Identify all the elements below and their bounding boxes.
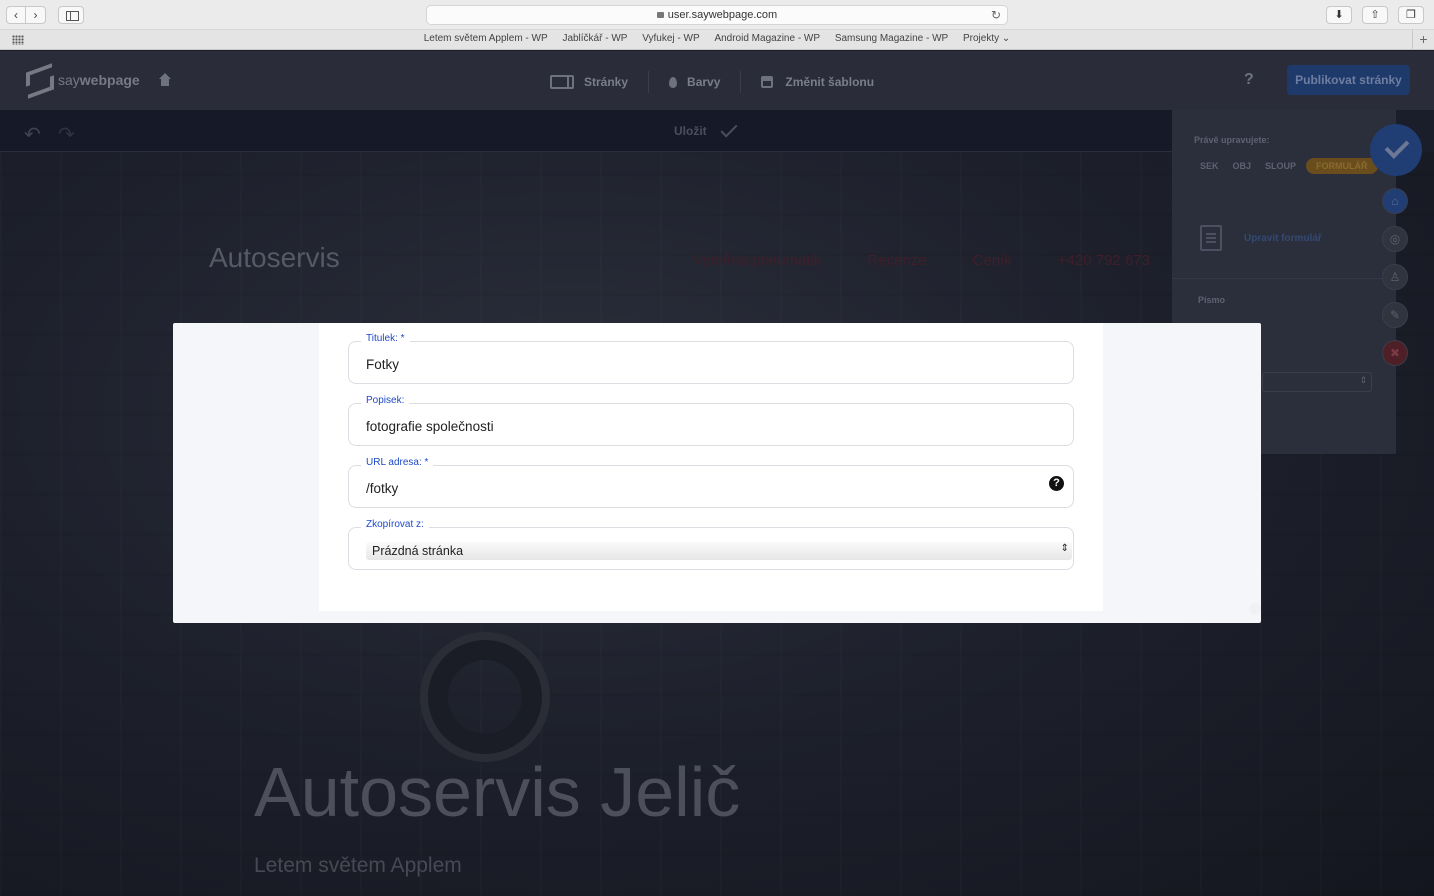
font-select[interactable] [1262,372,1372,392]
nav-pages-label: Stránky [584,75,629,89]
home-icon[interactable] [158,73,172,87]
undo-icon[interactable]: ↶ [24,122,41,147]
publish-button[interactable]: Publikovat stránky [1287,65,1410,95]
reload-icon[interactable]: ↻ [991,6,1001,24]
nav-pages[interactable]: Stránky [550,75,628,89]
hero-subtitle: Letem světem Applem [254,854,462,877]
screenshot-tool-icon[interactable]: ◎ [1382,226,1408,252]
tab-form[interactable]: FORMULÁŘ [1306,158,1378,174]
browser-actions: ⬇ ⇧ ❐ [1326,6,1424,24]
bookmark-folder[interactable]: Projekty ⌄ [963,33,1010,44]
description-field-value: fotografie společnosti [366,419,494,434]
copy-from-select[interactable]: Prázdná stránka ⇕ [366,542,1072,560]
bookmark-item[interactable]: Vyfukej - WP [642,33,699,44]
title-field[interactable]: Titulek: * Fotky [348,333,1074,384]
panel-tabs: SEK OBJ SLOUP FORMULÁŘ [1196,158,1378,174]
url-field-value: /fotky [366,481,399,496]
nav-divider [740,71,742,93]
saywebpage-logo[interactable]: saywebpage [24,65,140,95]
description-field-label: Popisek: [361,395,410,406]
edit-form-icon [1200,225,1222,251]
tab-column[interactable]: SLOUP [1261,158,1300,174]
bookmarks-bar: Letem světem Applem - WP Jablíčkář - WP … [0,30,1434,50]
nav-change-template[interactable]: Změnit šablonu [761,75,874,89]
app-header: saywebpage Stránky Barvy Změnit šablonu … [0,51,1434,110]
site-nav: Výměna pneumatik Recenze Ceník +420 792 … [693,252,1150,269]
bookmark-item[interactable]: Samsung Magazine - WP [835,33,948,44]
select-arrows-icon: ⇕ [1060,543,1069,554]
home-tool-icon[interactable]: ⌂ [1382,188,1408,214]
lock-icon [656,12,664,18]
history-nav: ‹ › [6,6,46,24]
shirt-tool-icon[interactable]: ♙ [1382,264,1408,290]
panel-title: Právě upravujete: [1194,135,1270,145]
question-icon[interactable]: ? [1049,476,1064,491]
main-nav: Stránky Barvy Změnit šablonu [550,71,874,93]
edit-form-label: Upravit formulář [1244,232,1322,244]
nav-colors[interactable]: Barvy [669,75,720,89]
edit-form-button[interactable]: Upravit formulář [1200,225,1322,251]
redo-icon[interactable]: ↷ [58,122,75,147]
bookmark-list: Letem světem Applem - WP Jablíčkář - WP … [0,33,1434,44]
description-field[interactable]: Popisek: fotografie společnosti [348,395,1074,446]
modal-form: Titulek: * Fotky Popisek: fotografie spo… [319,323,1103,611]
help-button[interactable]: ? [1244,71,1254,89]
droplet-icon [669,76,678,88]
new-tab-plus-icon[interactable]: + [1412,30,1434,49]
site-nav-item: +420 792 673 [1057,252,1150,269]
downloads-icon[interactable]: ⬇ [1326,6,1352,24]
url-field-label: URL adresa: * [361,457,434,468]
copy-from-label: Zkopírovat z: [361,519,429,530]
site-nav-item: Výměna pneumatik [693,252,822,269]
copy-from-field: Zkopírovat z: Prázdná stránka ⇕ [348,519,1074,570]
title-field-value: Fotky [366,357,400,372]
share-icon[interactable]: ⇧ [1362,6,1388,24]
new-page-modal: Titulek: * Fotky Popisek: fotografie spo… [173,323,1261,623]
address-text: user.saywebpage.com [667,9,778,21]
save-button[interactable]: Uložit [674,120,738,138]
logo-text-light: say [58,72,80,88]
tab-object[interactable]: OBJ [1229,158,1256,174]
editor-toolbar: ↶ ↷ Uložit [0,110,1172,152]
side-tool-icons: ⌂ ◎ ♙ ✎ ✖ [1382,188,1408,366]
forward-button[interactable]: › [26,6,46,24]
url-field[interactable]: URL adresa: * /fotky ? [348,457,1074,508]
bookmark-item[interactable]: Letem světem Applem - WP [424,33,548,44]
template-icon [761,76,774,88]
palette-tool-icon[interactable]: ✎ [1382,302,1408,328]
sidebar-toggle-button[interactable] [58,6,84,24]
browser-toolbar: ‹ › user.saywebpage.com ↻ ⬇ ⇧ ❐ [0,0,1434,30]
title-field-label: Titulek: * [361,333,410,344]
wheel-graphic [420,632,550,762]
panel-divider [1172,278,1396,279]
logo-mark-icon [24,65,52,95]
logo-text-bold: webpage [79,72,140,88]
modal-corner-decoration [1249,603,1261,615]
tab-section[interactable]: SEK [1196,158,1223,174]
nav-colors-label: Barvy [687,75,721,89]
hero-title: Autoservis Jelič [254,753,741,831]
site-nav-item: Ceník [972,252,1012,269]
check-icon [720,120,738,138]
site-nav-item: Recenze [867,252,927,269]
nav-template-label: Změnit šablonu [785,75,875,89]
bookmark-item[interactable]: Android Magazine - WP [714,33,820,44]
font-label: Písmo [1198,295,1226,305]
nav-divider [648,71,650,93]
confirm-check-button[interactable] [1370,124,1422,176]
address-bar[interactable]: user.saywebpage.com ↻ [426,5,1008,25]
tabs-overview-icon[interactable]: ❐ [1398,6,1424,24]
pages-icon [550,75,574,89]
delete-tool-icon[interactable]: ✖ [1382,340,1408,366]
site-brand: Autoservis [209,242,340,273]
back-button[interactable]: ‹ [6,6,26,24]
bookmark-item[interactable]: Jablíčkář - WP [562,33,627,44]
save-label: Uložit [674,124,707,138]
copy-from-value: Prázdná stránka [372,544,464,558]
